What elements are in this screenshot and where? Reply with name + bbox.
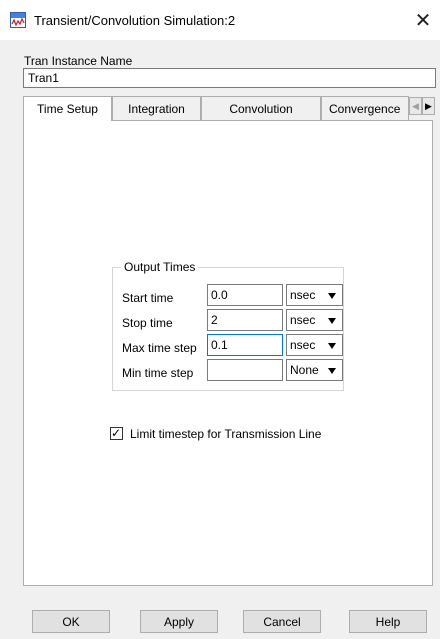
output-times-group: Output Times Start time nsec Stop time n… [112, 260, 344, 391]
min-time-step-unit-value: None [290, 363, 319, 377]
dropdown-arrow-icon [328, 368, 336, 374]
tab-integration[interactable]: Integration [112, 96, 201, 120]
dropdown-arrow-icon [328, 293, 336, 299]
checkmark-icon: ✓ [111, 426, 122, 440]
max-time-step-unit-value: nsec [290, 338, 316, 352]
time-setup-panel: Output Times Start time nsec Stop time n… [23, 120, 433, 586]
help-button[interactable]: Help [349, 610, 427, 633]
instance-name-label: Tran Instance Name [24, 54, 133, 68]
tab-convergence[interactable]: Convergence [321, 96, 409, 120]
min-time-step-input[interactable] [207, 359, 283, 381]
ok-button[interactable]: OK [32, 610, 110, 633]
limit-timestep-checkbox[interactable]: ✓ [110, 426, 123, 440]
title-bar: Transient/Convolution Simulation:2 ✕ [0, 0, 440, 40]
apply-button[interactable]: Apply [140, 610, 218, 633]
simulation-waveform-icon [10, 12, 26, 28]
output-times-title: Output Times [121, 260, 199, 274]
stop-time-input[interactable] [207, 309, 283, 331]
min-time-step-unit-select[interactable]: None [286, 359, 343, 381]
start-time-unit-select[interactable]: nsec [286, 284, 343, 306]
min-time-step-label: Min time step [122, 366, 194, 380]
dropdown-arrow-icon [328, 318, 336, 324]
tab-bar: Time Setup Integration Convolution Conve… [23, 96, 436, 121]
stop-time-unit-select[interactable]: nsec [286, 309, 343, 331]
tab-time-setup[interactable]: Time Setup [23, 96, 112, 121]
start-time-input[interactable] [207, 284, 283, 306]
tab-scroll-right-icon[interactable]: ▶ [422, 97, 435, 115]
max-time-step-unit-select[interactable]: nsec [286, 334, 343, 356]
start-time-label: Start time [122, 291, 174, 305]
stop-time-unit-value: nsec [290, 313, 316, 327]
stop-time-label: Stop time [122, 316, 173, 330]
window-title: Transient/Convolution Simulation:2 [34, 13, 236, 28]
close-button[interactable]: ✕ [406, 0, 440, 40]
dropdown-arrow-icon [328, 343, 336, 349]
start-time-unit-value: nsec [290, 288, 316, 302]
instance-name-input[interactable] [23, 68, 436, 88]
close-icon: ✕ [414, 9, 432, 32]
max-time-step-input[interactable] [207, 334, 283, 356]
limit-timestep-label: Limit timestep for Transmission Line [130, 427, 322, 441]
tab-convolution[interactable]: Convolution [201, 96, 321, 120]
tab-scroll-left-icon[interactable]: ◀ [409, 97, 422, 115]
cancel-button[interactable]: Cancel [243, 610, 321, 633]
max-time-step-label: Max time step [122, 341, 197, 355]
